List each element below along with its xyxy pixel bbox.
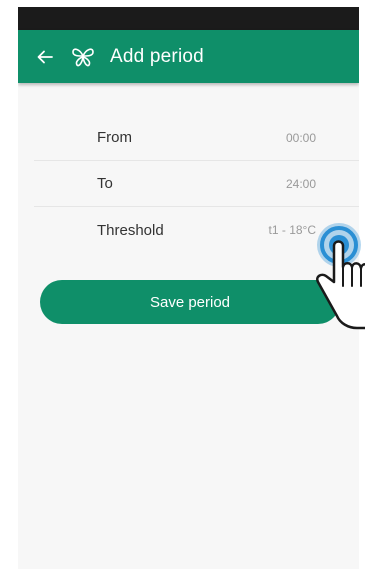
butterfly-logo-icon xyxy=(72,47,94,66)
save-period-label: Save period xyxy=(149,293,231,311)
page-title: Add period xyxy=(110,45,204,67)
to-value: 24:00 xyxy=(285,176,316,191)
status-bar xyxy=(18,7,359,30)
threshold-row[interactable]: Threshold t1 - 18°C xyxy=(34,207,359,253)
save-period-button[interactable]: Save period xyxy=(40,280,340,324)
from-value: 00:00 xyxy=(285,130,316,145)
arrow-left-icon xyxy=(37,50,53,63)
phone-screen: Add period From 00:00 To 24:00 Threshold… xyxy=(18,7,359,569)
from-row[interactable]: From 00:00 xyxy=(34,115,359,161)
from-label: From xyxy=(97,129,132,146)
to-row[interactable]: To 24:00 xyxy=(34,161,359,207)
app-bar: Add period xyxy=(18,30,359,83)
to-label: To xyxy=(97,175,113,192)
threshold-value: t1 - 18°C xyxy=(268,223,316,237)
back-button[interactable] xyxy=(34,46,56,68)
threshold-label: Threshold xyxy=(97,221,164,239)
period-settings-list: From 00:00 To 24:00 Threshold t1 - 18°C xyxy=(34,115,359,253)
